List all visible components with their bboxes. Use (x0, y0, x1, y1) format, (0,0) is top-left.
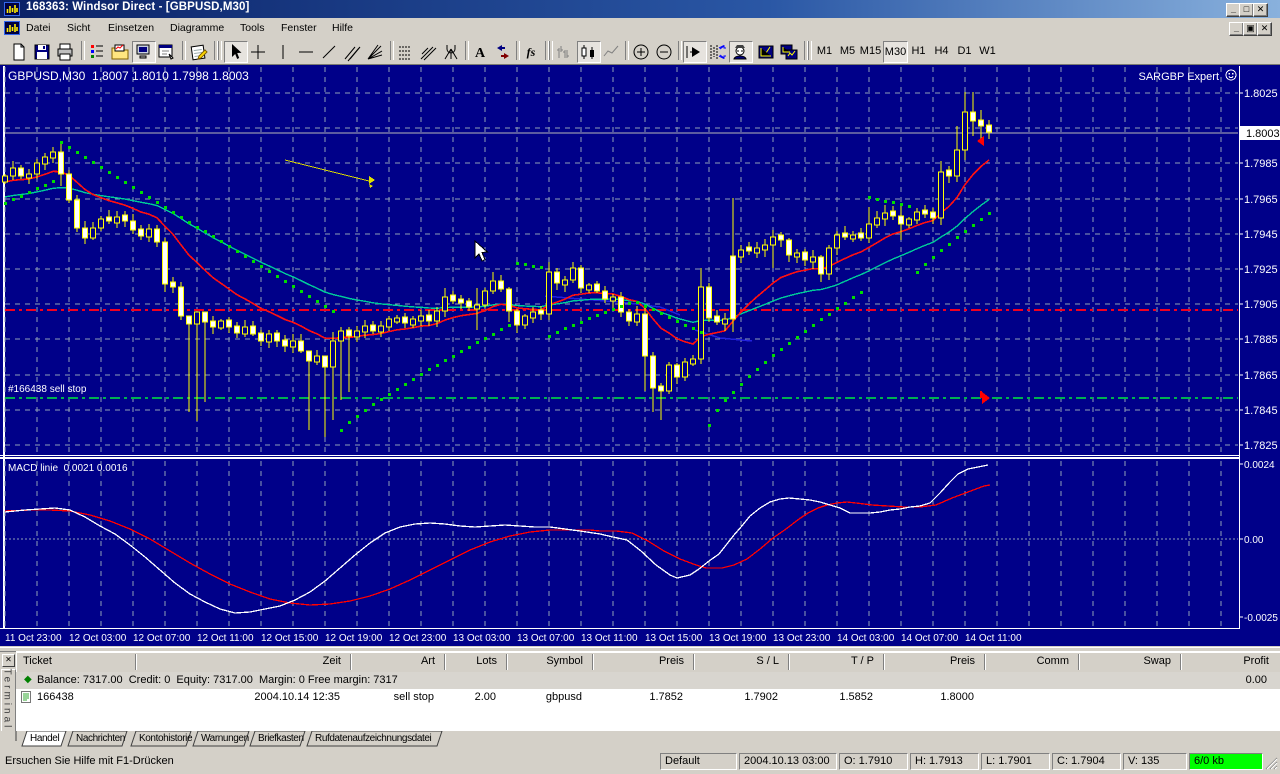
svg-text:1.7885: 1.7885 (1244, 334, 1278, 346)
svg-text:14 Oct 03:00: 14 Oct 03:00 (837, 633, 895, 644)
svg-text:12 Oct 03:00: 12 Oct 03:00 (69, 633, 127, 644)
svg-text:1.8025: 1.8025 (1244, 88, 1278, 100)
svg-text:13 Oct 15:00: 13 Oct 15:00 (645, 633, 703, 644)
svg-text:fs: fs (527, 45, 536, 59)
svg-text:1.7865: 1.7865 (1244, 370, 1278, 382)
svg-text:MACD linie 0.0021 0.0016: MACD linie 0.0021 0.0016 (8, 463, 128, 474)
svg-text:11 Oct 23:00: 11 Oct 23:00 (5, 633, 62, 644)
svg-text:12 Oct 11:00: 12 Oct 11:00 (197, 633, 254, 644)
svg-text:13 Oct 11:00: 13 Oct 11:00 (581, 633, 638, 644)
svg-text:12 Oct 19:00: 12 Oct 19:00 (325, 633, 383, 644)
svg-text:0.00: 0.00 (1244, 535, 1264, 546)
svg-text:1.7825: 1.7825 (1244, 440, 1278, 452)
svg-text:1.7985: 1.7985 (1244, 158, 1278, 170)
svg-text:13 Oct 19:00: 13 Oct 19:00 (709, 633, 767, 644)
svg-text:13 Oct 23:00: 13 Oct 23:00 (773, 633, 831, 644)
svg-text:13 Oct 07:00: 13 Oct 07:00 (517, 633, 575, 644)
svg-text:1.7945: 1.7945 (1244, 229, 1278, 241)
svg-text:14 Oct 07:00: 14 Oct 07:00 (901, 633, 959, 644)
svg-text:12 Oct 07:00: 12 Oct 07:00 (133, 633, 191, 644)
svg-text:12 Oct 23:00: 12 Oct 23:00 (389, 633, 447, 644)
svg-text:1.7925: 1.7925 (1244, 264, 1278, 276)
svg-text:1.7905: 1.7905 (1244, 299, 1278, 311)
svg-text:A: A (475, 46, 486, 61)
svg-text:1.7965: 1.7965 (1244, 194, 1278, 206)
svg-text:13 Oct 03:00: 13 Oct 03:00 (453, 633, 511, 644)
svg-text:1.8003: 1.8003 (1246, 128, 1280, 140)
svg-text:14 Oct 11:00: 14 Oct 11:00 (965, 633, 1022, 644)
svg-text:12 Oct 15:00: 12 Oct 15:00 (261, 633, 319, 644)
svg-text:GBPUSD,M30 1.8007 1.8010 1.79: GBPUSD,M30 1.8007 1.8010 1.7998 1.8003 (8, 69, 249, 83)
svg-text:0.0024: 0.0024 (1244, 460, 1275, 471)
svg-text:SARGBP Expert: SARGBP Expert (1139, 71, 1220, 83)
svg-text:-0.0025: -0.0025 (1244, 613, 1278, 624)
svg-text:#166438 sell stop: #166438 sell stop (8, 384, 87, 395)
svg-text:1.7845: 1.7845 (1244, 405, 1278, 417)
